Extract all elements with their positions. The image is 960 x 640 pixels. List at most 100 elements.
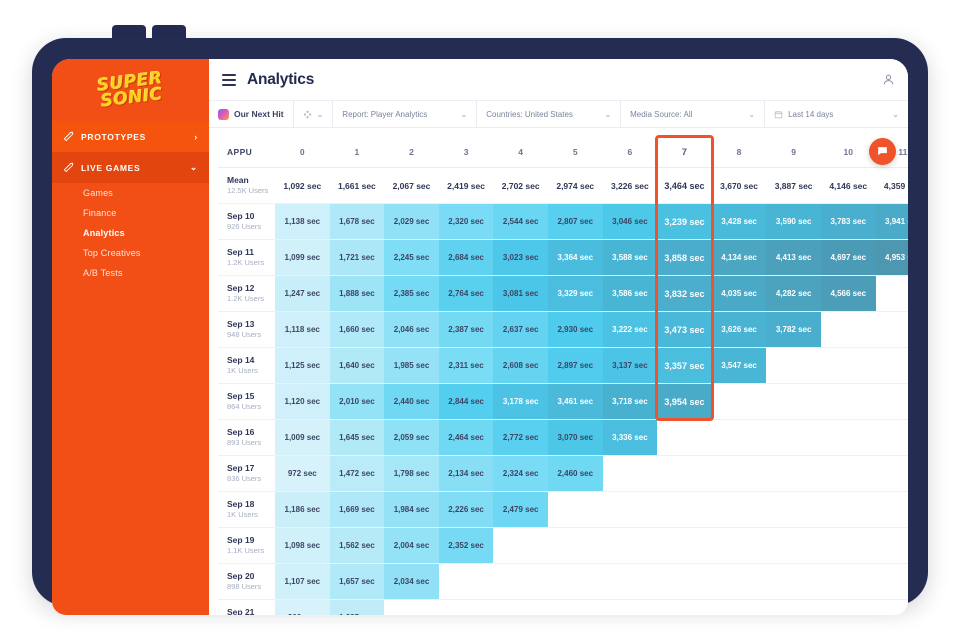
filter-report[interactable]: Report: Player Analytics ⌄ — [333, 101, 478, 127]
heatmap-cell[interactable]: 4,035 sec — [711, 275, 767, 312]
heatmap-cell[interactable]: 3,670 sec — [711, 167, 767, 204]
heatmap-cell[interactable] — [711, 455, 767, 492]
heatmap-cell[interactable]: 2,029 sec — [384, 203, 439, 240]
heatmap-cell[interactable]: 3,590 sec — [766, 203, 821, 240]
heatmap-cell[interactable]: 1,661 sec — [329, 167, 385, 204]
heatmap-cell[interactable]: 3,782 sec — [766, 311, 821, 348]
heatmap-cell[interactable]: 3,473 sec — [657, 311, 712, 348]
heatmap-cell[interactable]: 966 sec — [275, 599, 330, 615]
heatmap-cell[interactable] — [384, 599, 439, 615]
heatmap-cell[interactable]: 2,059 sec — [384, 419, 439, 456]
heatmap-cell[interactable] — [547, 599, 603, 615]
heatmap-cell[interactable]: 3,887 sec — [766, 167, 821, 204]
heatmap-cell[interactable] — [875, 527, 908, 564]
heatmap-cell[interactable]: 1,099 sec — [275, 239, 330, 276]
heatmap-cell[interactable] — [657, 599, 712, 615]
heatmap-cell[interactable] — [875, 491, 908, 528]
heatmap-cell[interactable]: 1,098 sec — [275, 527, 330, 564]
heatmap-cell[interactable] — [875, 383, 908, 420]
heatmap-cell[interactable] — [820, 419, 876, 456]
heatmap-cell[interactable]: 1,125 sec — [275, 347, 330, 384]
table-row[interactable]: Sep 14 1K Users 1,125 sec 1,640 sec 1,985 se… — [218, 347, 908, 384]
heatmap-cell[interactable]: 3,588 sec — [602, 239, 658, 276]
heatmap-cell[interactable]: 2,067 sec — [384, 167, 439, 204]
heatmap-cell[interactable] — [875, 311, 908, 348]
heatmap-cell[interactable]: 1,186 sec — [275, 491, 330, 528]
heatmap-cell[interactable] — [875, 563, 908, 600]
filter-app-selector[interactable]: Our Next Hit — [209, 101, 294, 127]
heatmap-cell[interactable]: 2,930 sec — [547, 311, 603, 348]
column-header-1[interactable]: 1 — [329, 137, 385, 168]
heatmap-cell[interactable]: 3,464 sec — [657, 167, 712, 204]
heatmap-cell[interactable]: 3,137 sec — [602, 347, 658, 384]
heatmap-cell[interactable]: 1,798 sec — [384, 455, 439, 492]
heatmap-cell[interactable]: 3,954 sec — [657, 383, 712, 420]
heatmap-cell[interactable]: 4,359 sec — [875, 167, 908, 204]
heatmap-cell[interactable]: 1,678 sec — [329, 203, 385, 240]
user-icon[interactable] — [882, 73, 895, 86]
heatmap-cell[interactable] — [766, 599, 821, 615]
heatmap-cell[interactable] — [711, 383, 767, 420]
heatmap-cell[interactable]: 4,953 sec — [875, 239, 908, 276]
heatmap-cell[interactable] — [875, 347, 908, 384]
heatmap-cell[interactable]: 3,023 sec — [493, 239, 548, 276]
heatmap-cell[interactable]: 3,626 sec — [711, 311, 767, 348]
heatmap-cell[interactable]: 3,046 sec — [602, 203, 658, 240]
heatmap-cell[interactable]: 4,282 sec — [766, 275, 821, 312]
heatmap-cell[interactable]: 2,464 sec — [438, 419, 494, 456]
heatmap-cell[interactable]: 2,479 sec — [493, 491, 548, 528]
filter-countries[interactable]: Countries: United States ⌄ — [477, 101, 622, 127]
heatmap-cell[interactable]: 2,897 sec — [547, 347, 603, 384]
heatmap-cell[interactable] — [766, 347, 821, 384]
filter-date-range[interactable]: Last 14 days ⌄ — [765, 101, 908, 127]
heatmap-cell[interactable] — [657, 419, 712, 456]
heatmap-cell[interactable]: 3,329 sec — [547, 275, 603, 312]
heatmap-cell[interactable] — [602, 455, 658, 492]
heatmap-cell[interactable]: 1,562 sec — [329, 527, 385, 564]
heatmap-cell[interactable] — [493, 527, 548, 564]
sidebar-item-top-creatives[interactable]: Top Creatives — [52, 243, 209, 263]
filter-apps-grid-button[interactable]: ⌄ — [294, 101, 334, 127]
heatmap-cell[interactable]: 4,566 sec — [820, 275, 876, 312]
heatmap-table-container[interactable]: APPU0123456789101112 Mean12.5K Users1,09… — [209, 128, 908, 615]
heatmap-cell[interactable] — [820, 383, 876, 420]
brand-logo[interactable]: SUPER SONIC — [52, 59, 209, 121]
sidebar-item-finance[interactable]: Finance — [52, 203, 209, 223]
sidebar-group-prototypes[interactable]: PROTOTYPES › — [52, 121, 209, 152]
heatmap-cell[interactable] — [766, 419, 821, 456]
filter-media-source[interactable]: Media Source: All ⌄ — [621, 101, 766, 127]
heatmap-cell[interactable]: 3,364 sec — [547, 239, 603, 276]
table-row-mean[interactable]: Mean 12.5K Users 1,092 sec 1,661 sec 2,067 s… — [218, 167, 908, 204]
heatmap-cell[interactable]: 2,134 sec — [438, 455, 494, 492]
heatmap-cell[interactable]: 2,974 sec — [547, 167, 603, 204]
table-row[interactable]: Sep 18 1K Users 1,186 sec 1,669 sec 1,984 se… — [218, 491, 908, 528]
heatmap-cell[interactable] — [766, 563, 821, 600]
heatmap-cell[interactable]: 2,440 sec — [384, 383, 439, 420]
heatmap-cell[interactable]: 2,352 sec — [438, 527, 494, 564]
hamburger-icon[interactable] — [222, 73, 236, 86]
heatmap-cell[interactable]: 2,544 sec — [493, 203, 548, 240]
heatmap-cell[interactable] — [820, 599, 876, 615]
heatmap-cell[interactable]: 972 sec — [275, 455, 330, 492]
heatmap-cell[interactable]: 1,247 sec — [275, 275, 330, 312]
heatmap-cell[interactable] — [711, 563, 767, 600]
heatmap-cell[interactable] — [547, 563, 603, 600]
heatmap-cell[interactable]: 1,888 sec — [329, 275, 385, 312]
heatmap-cell[interactable]: 1,669 sec — [329, 491, 385, 528]
heatmap-cell[interactable]: 1,645 sec — [329, 419, 385, 456]
heatmap-cell[interactable]: 2,385 sec — [384, 275, 439, 312]
column-header-0[interactable]: 0 — [275, 137, 330, 168]
heatmap-cell[interactable]: 2,387 sec — [438, 311, 494, 348]
heatmap-cell[interactable]: 3,858 sec — [657, 239, 712, 276]
table-row[interactable]: Sep 19 1.1K Users 1,098 sec 1,562 sec 2,004 … — [218, 527, 908, 564]
heatmap-cell[interactable] — [875, 599, 908, 615]
column-header-2[interactable]: 2 — [384, 137, 439, 168]
heatmap-cell[interactable]: 1,657 sec — [329, 563, 385, 600]
heatmap-cell[interactable] — [493, 599, 548, 615]
heatmap-cell[interactable]: 1,107 sec — [275, 563, 330, 600]
heatmap-cell[interactable]: 1,721 sec — [329, 239, 385, 276]
heatmap-cell[interactable]: 2,608 sec — [493, 347, 548, 384]
heatmap-cell[interactable]: 2,702 sec — [493, 167, 548, 204]
heatmap-cell[interactable]: 2,772 sec — [493, 419, 548, 456]
heatmap-cell[interactable]: 2,311 sec — [438, 347, 494, 384]
